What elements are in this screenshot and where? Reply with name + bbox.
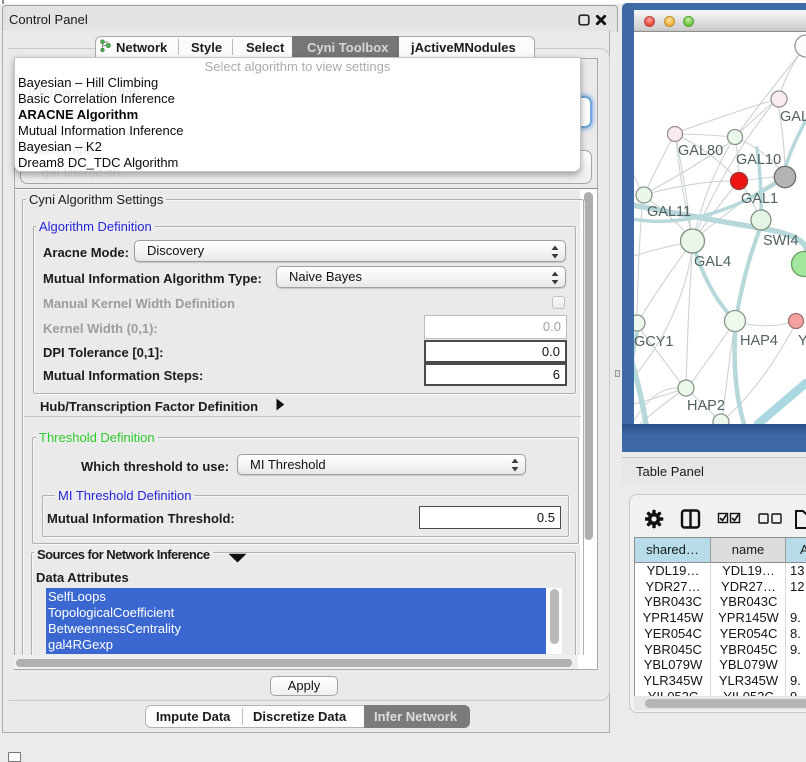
svg-text:GAL1: GAL1 [741,191,778,207]
svg-text:HAP4: HAP4 [740,333,778,349]
svg-text:GAL: GAL [780,109,806,125]
svg-text:HAP2: HAP2 [687,398,725,414]
svg-text:GAL80: GAL80 [678,143,723,159]
svg-text:Y: Y [798,333,806,349]
svg-text:GCY1: GCY1 [634,334,674,350]
svg-text:GAL4: GAL4 [694,254,731,270]
svg-text:GAL10: GAL10 [736,152,781,168]
svg-text:GAL11: GAL11 [647,204,691,220]
svg-text:SWI4: SWI4 [763,233,798,249]
